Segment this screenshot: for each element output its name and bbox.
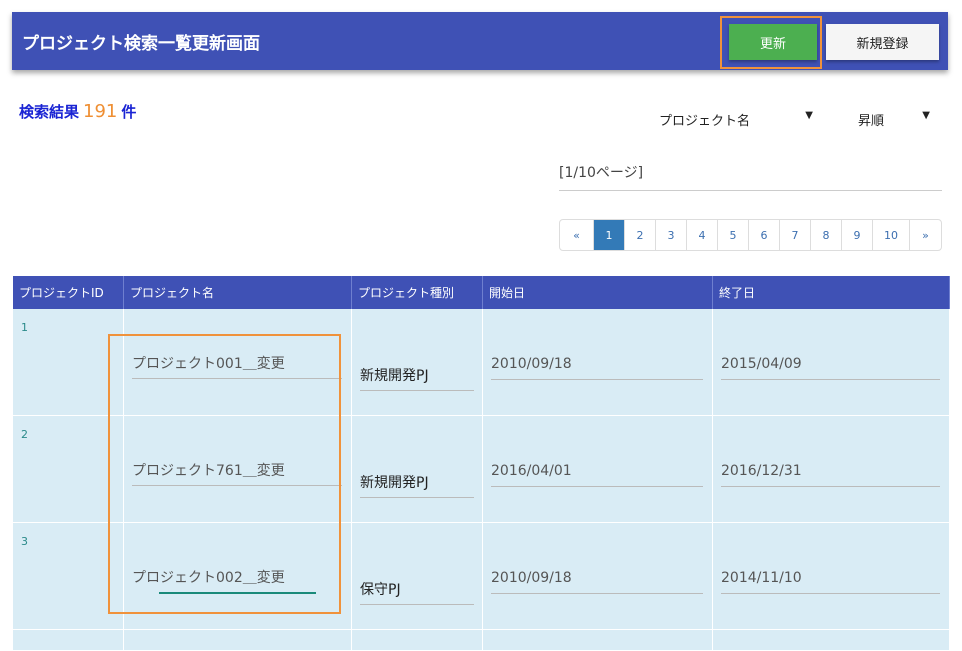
cell-end-date: 2016/12/31 — [712, 415, 950, 523]
table-row: 3 プロジェクト002＿変更 保守PJ 2010/09/18 2014/11/1… — [13, 522, 950, 630]
start-date-input[interactable]: 2016/04/01 — [491, 456, 703, 487]
table-row: 1 プロジェクト001＿変更 新規開発PJ 2010/09/18 2015/04… — [13, 309, 950, 416]
table-header-row: プロジェクトID プロジェクト名 プロジェクト種別 開始日 終了日 — [13, 276, 950, 309]
sort-order-select[interactable]: 昇順 ▼ — [858, 110, 930, 134]
project-type-select[interactable]: 新規開発PJ — [360, 467, 474, 498]
project-name-input[interactable]: プロジェクト001＿変更 — [132, 348, 342, 379]
project-id-link[interactable]: 3 — [21, 535, 28, 548]
cell-partial — [482, 629, 713, 651]
cell-end-date: 2014/11/10 — [712, 522, 950, 630]
col-header-project-name: プロジェクト名 — [123, 276, 352, 309]
sort-field-value: プロジェクト名 — [659, 114, 751, 129]
dropdown-arrow-icon: ▼ — [805, 110, 813, 121]
cell-project-name: プロジェクト002＿変更 — [123, 522, 352, 630]
search-result-count: 検索結果 191 件 — [19, 101, 136, 122]
dropdown-arrow-icon: ▼ — [922, 110, 930, 121]
cell-project-id: 3 — [13, 522, 124, 630]
project-type-select[interactable]: 保守PJ — [360, 574, 474, 605]
col-header-end-date: 終了日 — [712, 276, 950, 309]
cell-project-name: プロジェクト001＿変更 — [123, 309, 352, 416]
cell-partial — [351, 629, 483, 651]
project-type-select[interactable]: 新規開発PJ — [360, 360, 474, 391]
pager-page-button[interactable]: 9 — [841, 220, 872, 250]
start-date-input[interactable]: 2010/09/18 — [491, 563, 703, 594]
col-header-start-date: 開始日 — [482, 276, 713, 309]
pagination: «1 2 3 4 5 6 7 8 9 10» — [559, 219, 942, 251]
cell-partial — [13, 629, 124, 651]
pager-page-button[interactable]: 8 — [810, 220, 841, 250]
end-date-input[interactable]: 2014/11/10 — [721, 563, 940, 594]
input-focus-underline — [159, 592, 316, 594]
update-button[interactable]: 更新 — [729, 24, 817, 60]
cell-start-date: 2010/09/18 — [482, 309, 713, 416]
sort-order-value: 昇順 — [858, 114, 885, 129]
pager-page-button[interactable]: 3 — [655, 220, 686, 250]
end-date-input[interactable]: 2016/12/31 — [721, 456, 940, 487]
project-name-input[interactable]: プロジェクト002＿変更 — [132, 562, 342, 592]
pager-page-button[interactable]: 2 — [624, 220, 655, 250]
col-header-project-type: プロジェクト種別 — [351, 276, 483, 309]
pager-page-button[interactable]: 1 — [593, 220, 624, 250]
pager-page-button[interactable]: 4 — [686, 220, 717, 250]
pager-page-button[interactable]: 6 — [748, 220, 779, 250]
pager-next-button[interactable]: » — [909, 220, 941, 250]
pager-page-button[interactable]: 10 — [872, 220, 909, 250]
sort-field-select[interactable]: プロジェクト名 ▼ — [659, 110, 813, 134]
table-row: 2 プロジェクト761＿変更 新規開発PJ 2016/04/01 2016/12… — [13, 415, 950, 523]
result-suffix: 件 — [121, 103, 137, 121]
cell-end-date: 2015/04/09 — [712, 309, 950, 416]
cell-partial — [123, 629, 352, 651]
col-header-project-id: プロジェクトID — [13, 276, 124, 309]
project-id-link[interactable]: 2 — [21, 428, 28, 441]
project-table: プロジェクトID プロジェクト名 プロジェクト種別 開始日 終了日 1 プロジェ… — [13, 276, 950, 651]
pager-page-button[interactable]: 5 — [717, 220, 748, 250]
cell-partial — [712, 629, 950, 651]
cell-project-type: 保守PJ — [351, 522, 483, 630]
result-count: 191 — [83, 101, 118, 122]
end-date-input[interactable]: 2015/04/09 — [721, 349, 940, 380]
pager-page-button[interactable]: 7 — [779, 220, 810, 250]
cell-project-id: 2 — [13, 415, 124, 523]
table-row — [13, 629, 950, 651]
start-date-input[interactable]: 2010/09/18 — [491, 349, 703, 380]
page-info: [1/10ページ] — [559, 162, 942, 191]
new-register-button[interactable]: 新規登録 — [826, 24, 939, 60]
cell-project-type: 新規開発PJ — [351, 309, 483, 416]
pager-prev-button[interactable]: « — [560, 220, 593, 250]
cell-project-id: 1 — [13, 309, 124, 416]
cell-start-date: 2010/09/18 — [482, 522, 713, 630]
project-id-link[interactable]: 1 — [21, 321, 28, 334]
cell-project-type: 新規開発PJ — [351, 415, 483, 523]
page-title: プロジェクト検索一覧更新画面 — [22, 34, 260, 54]
cell-start-date: 2016/04/01 — [482, 415, 713, 523]
cell-project-name: プロジェクト761＿変更 — [123, 415, 352, 523]
result-prefix: 検索結果 — [19, 103, 80, 121]
project-name-input[interactable]: プロジェクト761＿変更 — [132, 455, 342, 486]
